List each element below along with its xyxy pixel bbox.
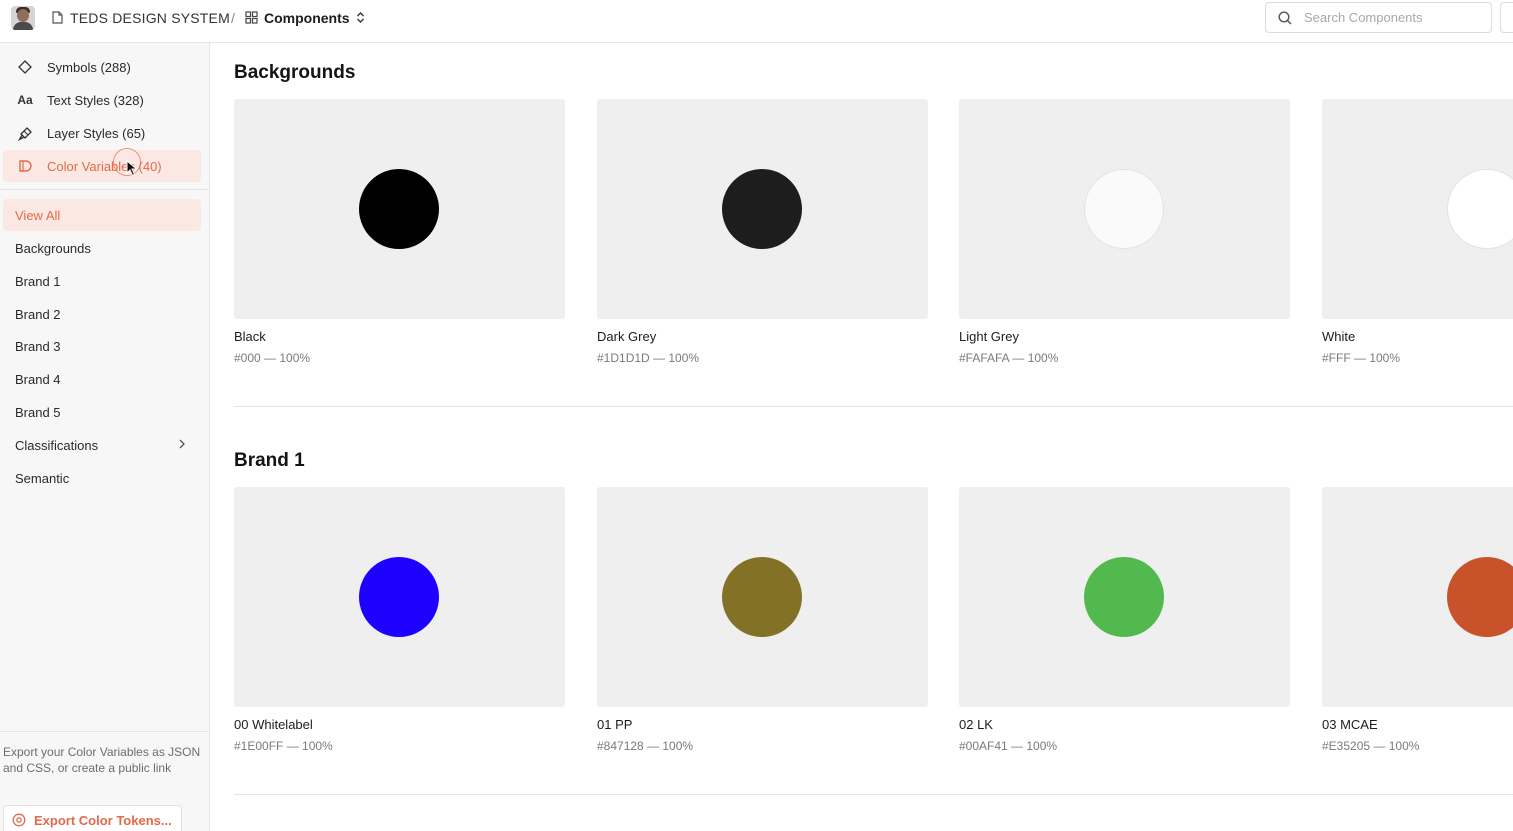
export-button-label: Export Color Tokens... xyxy=(34,812,172,828)
color-name: Black xyxy=(234,329,266,344)
group-brand-5[interactable]: Brand 5 xyxy=(3,396,201,428)
color-meta: #00AF41 — 100% xyxy=(959,739,1058,753)
mouse-cursor-icon xyxy=(126,160,138,177)
color-swatch xyxy=(1447,169,1513,249)
color-swatch xyxy=(1084,169,1164,249)
color-meta: #E35205 — 100% xyxy=(1322,739,1420,753)
nav-item-symbols[interactable]: Symbols (288) xyxy=(3,51,201,83)
breadcrumb-separator: / xyxy=(231,9,235,26)
search-input[interactable] xyxy=(1304,10,1474,25)
section-title-backgrounds: Backgrounds xyxy=(234,62,356,83)
color-card-light-grey[interactable] xyxy=(959,99,1290,319)
breadcrumb-components-switcher[interactable]: Components xyxy=(245,0,365,35)
user-avatar[interactable] xyxy=(11,6,35,30)
color-meta: #847128 — 100% xyxy=(597,739,694,753)
color-name: Light Grey xyxy=(959,329,1019,344)
color-card-02-lk[interactable] xyxy=(959,487,1290,707)
color-meta: #FFF — 100% xyxy=(1322,351,1401,365)
color-swatch xyxy=(1447,557,1513,637)
nav-item-layer-styles[interactable]: Layer Styles (65) xyxy=(3,117,201,149)
text-styles-icon: Aa xyxy=(17,93,33,107)
section-divider xyxy=(234,406,1513,407)
group-label: Classifications xyxy=(15,437,99,453)
grid-icon xyxy=(245,11,258,24)
color-meta: #1E00FF — 100% xyxy=(234,739,333,753)
nav-item-label: Color Variables (40) xyxy=(47,158,162,174)
group-brand-4[interactable]: Brand 4 xyxy=(3,363,201,395)
color-card-01-pp[interactable] xyxy=(597,487,928,707)
color-meta: #1D1D1D — 100% xyxy=(597,351,700,365)
color-bucket-icon xyxy=(19,160,32,172)
search-box[interactable] xyxy=(1265,2,1492,33)
paint-brush-icon xyxy=(17,126,32,141)
file-name: TEDS DESIGN SYSTEM xyxy=(70,9,230,26)
chevron-up-down-icon xyxy=(356,12,364,23)
nav-item-label: Layer Styles (65) xyxy=(47,125,146,141)
chevron-right-icon xyxy=(179,439,185,449)
document-icon xyxy=(52,11,63,24)
sidebar-footer-divider xyxy=(0,731,209,732)
color-swatch xyxy=(1084,557,1164,637)
toolbar-extra-button[interactable] xyxy=(1500,2,1513,33)
color-meta: #000 — 100% xyxy=(234,351,311,365)
group-brand-2[interactable]: Brand 2 xyxy=(3,298,201,330)
nav-item-text-styles[interactable]: Aa Text Styles (328) xyxy=(3,84,201,116)
group-semantic[interactable]: Semantic xyxy=(3,462,201,494)
color-card-00-whitelabel[interactable] xyxy=(234,487,565,707)
search-icon xyxy=(1278,10,1292,24)
color-name: 01 PP xyxy=(597,717,633,732)
section-title-brand-1: Brand 1 xyxy=(234,450,305,471)
export-color-tokens-button[interactable]: Export Color Tokens... xyxy=(3,805,182,831)
color-meta: #FAFAFA — 100% xyxy=(959,351,1059,365)
color-card-03-mcae[interactable] xyxy=(1322,487,1513,707)
color-name: White xyxy=(1322,329,1356,344)
color-name: Dark Grey xyxy=(597,329,657,344)
export-target-icon xyxy=(12,813,26,827)
color-card-white[interactable] xyxy=(1322,99,1513,319)
group-brand-1[interactable]: Brand 1 xyxy=(3,265,201,297)
group-brand-3[interactable]: Brand 3 xyxy=(3,330,201,362)
nav-item-label: Symbols (288) xyxy=(47,59,131,75)
main-content: Backgrounds Black #000 — 100% Dark Grey … xyxy=(211,43,1513,831)
color-card-dark-grey[interactable] xyxy=(597,99,928,319)
breadcrumb-file[interactable]: TEDS DESIGN SYSTEM xyxy=(52,0,230,35)
color-name: 03 MCAE xyxy=(1322,717,1378,732)
color-card-black[interactable] xyxy=(234,99,565,319)
nav-item-color-variables[interactable]: Color Variables (40) xyxy=(3,150,201,182)
export-description: Export your Color Variables as JSON and … xyxy=(3,745,201,775)
group-backgrounds[interactable]: Backgrounds xyxy=(3,232,201,264)
color-swatch xyxy=(359,557,439,637)
color-swatch xyxy=(722,169,802,249)
nav-item-label: Text Styles (328) xyxy=(47,92,144,108)
section-label: Components xyxy=(264,9,350,26)
color-swatch xyxy=(722,557,802,637)
color-name: 02 LK xyxy=(959,717,993,732)
diamond-icon xyxy=(18,60,32,74)
section-divider xyxy=(234,794,1513,795)
sidebar: Symbols (288) Aa Text Styles (328) Layer… xyxy=(0,43,210,831)
group-view-all[interactable]: View All xyxy=(3,199,201,231)
color-swatch xyxy=(359,169,439,249)
top-bar: TEDS DESIGN SYSTEM / Components xyxy=(0,0,1513,43)
color-name: 00 Whitelabel xyxy=(234,717,313,732)
group-classifications[interactable]: Classifications xyxy=(3,429,201,461)
sidebar-divider xyxy=(0,189,209,190)
